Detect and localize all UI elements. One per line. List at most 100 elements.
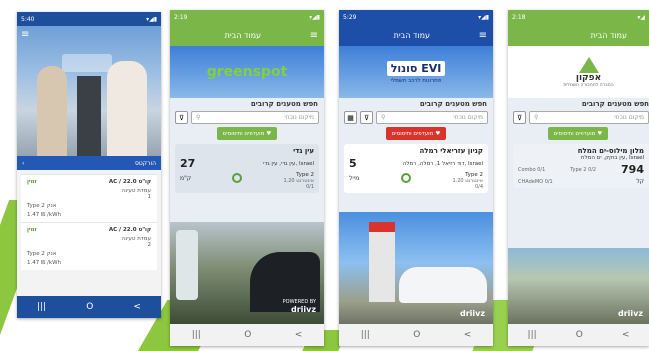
distance-unit: מייל <box>349 174 360 182</box>
search-title: חפש מטענים קרובים <box>419 100 487 108</box>
home-icon[interactable]: O <box>244 330 251 340</box>
phone-afcon: 2:18 ▾◢ עמוד הבית אפקון החברה לתחבורה חשמ… <box>508 10 649 346</box>
status-badge: זמין <box>27 227 37 233</box>
station-name: קניון עזריאלי רמלה <box>419 147 483 155</box>
station-name: מלון מילוס-ים המלח <box>577 147 644 155</box>
station-card[interactable]: קניון עזריאלי רמלה 5 דוד רזיאל 1, רמלה, … <box>344 144 488 193</box>
back-icon[interactable]: < <box>622 330 630 340</box>
person-figure <box>37 66 67 166</box>
logo-banner: אפקון החברה לתחבורה חשמלית <box>508 46 649 98</box>
menu-icon[interactable]: ≡ <box>310 30 318 41</box>
filter-icon[interactable]: ⊽ <box>360 111 373 124</box>
power-label: AC / 22.0 קו"ט <box>108 179 151 185</box>
favorites-label: מועדפים ותיסומים <box>391 130 434 137</box>
plug-icon <box>232 173 243 183</box>
favorites-button[interactable]: מועדפים ותיסומים ♥ <box>548 127 608 140</box>
app-header: עמוד הבית ≡ <box>170 24 324 46</box>
connector-type: CHAdeMO <box>518 178 544 185</box>
greenspot-logo: greenspot <box>206 64 288 80</box>
connector-type: Type 2 אנק <box>27 203 57 209</box>
search-icon: ⚲ <box>381 114 386 121</box>
station-number: 1 <box>147 194 152 200</box>
search-title: חפש מטענים קרובים <box>250 100 318 108</box>
back-icon[interactable]: < <box>464 330 472 340</box>
connector-type: Combo <box>518 166 536 173</box>
recent-apps-icon[interactable]: ||| <box>361 330 370 340</box>
home-icon[interactable]: O <box>576 330 583 340</box>
favorites-button[interactable]: מועדפים ותיסומים ♥ <box>217 127 277 140</box>
back-icon[interactable]: < <box>133 302 141 312</box>
back-icon[interactable]: < <box>295 330 303 340</box>
station-address: דוד רזיאל 1, רמלה, רמלה, Israel <box>402 160 483 167</box>
logo-banner: סונול EVI פתרונות לרכב חשמלי <box>339 46 493 98</box>
status-bar: 5:29 ▾◢▮ <box>339 10 493 24</box>
filter-icon[interactable]: ⊽ <box>175 111 188 124</box>
search-input[interactable]: ⚲ מיקום נוכחי <box>529 111 649 124</box>
list-item[interactable]: זמין AC / 22.0 קו"ט עמדת טעינה 2 Type 2 א… <box>21 222 157 270</box>
list-item[interactable]: זמין AC / 22.0 קו"ט עמדת טעינה 1 Type 2 א… <box>21 174 157 222</box>
availability-count: 0/1 <box>544 178 553 185</box>
logo-subtitle: החברה לתחבורה חשמלית <box>563 82 614 88</box>
phone-evdrive: 5:40 ▾◢▮ ≡ ‹ הורקטס זמין AC / 22.0 קו"ט עמ… <box>17 12 161 318</box>
charger-figure <box>369 222 395 302</box>
nav-bar: ||| O < <box>170 324 324 346</box>
charger-photo: POWERED BY driivz <box>170 222 324 324</box>
clock: 5:40 <box>21 15 35 23</box>
recent-apps-icon[interactable]: ||| <box>37 302 46 312</box>
page-title: עמוד הבית <box>590 30 627 40</box>
search-title: חפש מטענים קרובים <box>581 100 649 108</box>
page-title: עמוד הבית <box>393 30 431 40</box>
station-card[interactable]: עין גדי 27 עין גדי, עין גדי, Israel ק"מ … <box>175 144 319 193</box>
app-showcase: 5:40 ▾◢▮ ≡ ‹ הורקטס זמין AC / 22.0 קו"ט עמ… <box>0 0 649 351</box>
favorites-button[interactable]: מועדפים ותיסומים ♥ <box>386 127 446 140</box>
recent-apps-icon[interactable]: ||| <box>192 330 201 340</box>
station-photo: driivz <box>339 212 493 324</box>
road-photo: driivz <box>508 248 649 324</box>
map-icon[interactable]: ▦ <box>344 111 357 124</box>
page-title: עמוד הבית <box>224 30 262 40</box>
chevron-left-icon[interactable]: ‹ <box>22 160 24 167</box>
brand-label: driivz <box>617 309 643 318</box>
search-input[interactable]: ⚲ מיקום נוכחי <box>191 111 319 124</box>
back-bar[interactable]: ‹ הורקטס <box>17 156 161 170</box>
availability-count: 0/4 <box>474 184 483 190</box>
status-bar: 2:19 ▾◢▮ <box>170 10 324 24</box>
phone-greenspot: 2:19 ▾◢▮ עמוד הבית ≡ greenspot חפש מטענים … <box>170 10 324 346</box>
back-label: הורקטס <box>135 159 156 167</box>
station-name: עין גדי <box>293 147 314 155</box>
signal-icons: ▾◢▮ <box>478 13 489 21</box>
home-icon[interactable]: O <box>413 330 420 340</box>
search-row: ⊽ ⚲ מיקום נוכחי <box>175 111 319 124</box>
availability-count: 0/1 <box>305 184 314 190</box>
availability-count: 0/1 <box>537 166 546 173</box>
recent-apps-icon[interactable]: ||| <box>528 330 537 340</box>
menu-icon[interactable]: ≡ <box>479 30 487 41</box>
distance-unit: קל <box>636 178 644 185</box>
sonol-logo: סונול EVI <box>386 60 446 76</box>
phone-sonol: 5:29 ▾◢▮ עמוד הבית ≡ סונול EVI פתרונות לרכ… <box>339 10 493 346</box>
price-label: 1.47 ₪ /kWh <box>27 212 62 218</box>
connector-type: Type 2 אנק <box>27 251 57 257</box>
search-icon: ⚲ <box>196 114 201 121</box>
clock: 2:19 <box>174 13 188 21</box>
status-badge: זמין <box>27 179 37 185</box>
search-placeholder: מיקום נוכחי <box>284 114 314 121</box>
distance-unit: ק"מ <box>180 174 192 182</box>
filter-icon[interactable]: ⊽ <box>513 111 526 124</box>
powered-badge: POWERED BY driivz <box>283 299 316 314</box>
availability-count: 0/2 <box>588 166 597 173</box>
station-card[interactable]: מלון מילוס-ים המלח עין בוקק, ים המלח, Is… <box>513 144 649 188</box>
nav-bar: ||| O < <box>17 296 161 318</box>
search-input[interactable]: ⚲ מיקום נוכחי <box>376 111 488 124</box>
distance-value: 27 <box>180 157 196 170</box>
logo-banner: greenspot <box>170 46 324 98</box>
signal-icons: ▾◢▮ <box>146 15 157 23</box>
search-row: ▦ ⊽ ⚲ מיקום נוכחי <box>344 111 488 124</box>
menu-icon[interactable]: ≡ <box>21 29 29 40</box>
home-icon[interactable]: O <box>86 302 93 312</box>
status-bar: 5:40 ▾◢▮ <box>17 12 161 26</box>
charger-figure <box>77 76 101 166</box>
status-bar: 2:18 ▾◢ <box>508 10 649 24</box>
search-placeholder: מיקום נוכחי <box>453 114 483 121</box>
person-figure <box>107 61 147 166</box>
